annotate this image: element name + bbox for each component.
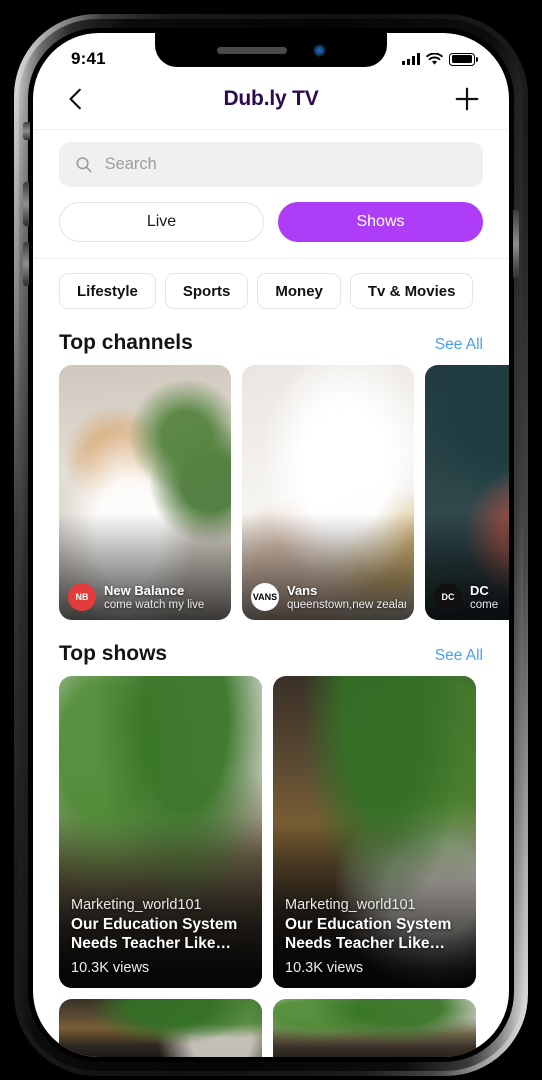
chip-tv-and-movies[interactable]: Tv & Movies: [349, 273, 474, 309]
status-time: 9:41: [71, 49, 106, 68]
show-author: Marketing_world101: [285, 896, 416, 913]
channel-card[interactable]: NB New Balance come watch my live: [59, 365, 231, 620]
top-shows-next-row[interactable]: [33, 999, 509, 1057]
top-channels-carousel[interactable]: NB New Balance come watch my live VANS V…: [33, 365, 509, 620]
mute-switch-button[interactable]: [23, 122, 30, 140]
app-header: Dub.ly TV: [33, 79, 509, 130]
show-card[interactable]: Marketing_world101 Our Education System …: [59, 676, 262, 988]
search-section: [33, 130, 509, 187]
chevron-left-icon[interactable]: [63, 86, 89, 112]
chip-sports[interactable]: Sports: [164, 273, 249, 309]
wifi-icon: [426, 52, 443, 65]
show-views: 10.3K views: [71, 960, 150, 976]
device-notch: [155, 33, 387, 67]
speaker-grille-icon: [216, 46, 287, 54]
battery-full-icon: [449, 52, 479, 66]
chip-lifestyle[interactable]: Lifestyle: [59, 273, 156, 309]
channel-name: DC: [470, 583, 489, 598]
volume-up-button[interactable]: [23, 182, 29, 226]
category-chips-row: Lifestyle Sports Money Tv & Movies: [33, 259, 509, 309]
show-card[interactable]: [59, 999, 262, 1057]
chip-label: Tv & Movies: [367, 282, 456, 300]
channel-name: New Balance: [104, 583, 185, 598]
show-thumbnail: [273, 999, 476, 1057]
channel-subtitle: come watch my live: [104, 599, 205, 611]
status-icons: [402, 52, 479, 66]
tab-live[interactable]: Live: [59, 202, 264, 242]
tab-live-label: Live: [146, 213, 177, 230]
show-title: Our Education System Needs Teacher Like…: [71, 915, 238, 952]
chip-label: Sports: [182, 282, 231, 300]
show-author: Marketing_world101: [71, 896, 202, 913]
channel-card[interactable]: DC DC come: [425, 365, 509, 620]
section-title: Top shows: [59, 642, 168, 665]
top-shows-header: Top shows See All: [33, 620, 509, 676]
tab-shows-label: Shows: [356, 213, 405, 230]
phone-frame: 9:41 Dub.ly TV Search Live Shows Lifesty…: [14, 14, 528, 1076]
search-input[interactable]: [104, 155, 467, 174]
dc-logo-icon: DC: [434, 583, 462, 611]
show-thumbnail: [59, 999, 262, 1057]
phone-inner-ring: 9:41 Dub.ly TV Search Live Shows Lifesty…: [28, 28, 514, 1062]
top-shows-grid[interactable]: Marketing_world101 Our Education System …: [33, 676, 509, 988]
channel-subtitle: come: [470, 599, 499, 611]
top-channels-header: Top channels See All: [33, 309, 509, 365]
see-all-top-shows[interactable]: See All: [435, 647, 483, 665]
page-title: Dub.ly TV: [223, 87, 319, 110]
show-title: Our Education System Needs Teacher Like…: [285, 915, 452, 952]
vans-logo-icon: VANS: [251, 583, 279, 611]
phone-screen: 9:41 Dub.ly TV Search Live Shows Lifesty…: [33, 33, 509, 1057]
tab-shows[interactable]: Shows: [278, 202, 483, 242]
section-title: Top channels: [59, 331, 193, 354]
chip-label: Lifestyle: [77, 282, 138, 300]
search-bar[interactable]: [59, 142, 483, 187]
channel-card[interactable]: VANS Vans queenstown,new zealand: [242, 365, 414, 620]
signal-bars-icon: [402, 53, 420, 65]
show-card[interactable]: Marketing_world101 Our Education System …: [273, 676, 476, 988]
channel-name: Vans: [287, 583, 318, 598]
front-camera-icon: [312, 43, 326, 57]
plus-icon[interactable]: [453, 85, 481, 113]
chip-label: Money: [275, 282, 323, 300]
chip-money[interactable]: Money: [257, 273, 341, 309]
show-card[interactable]: [273, 999, 476, 1057]
show-views: 10.3K views: [285, 960, 364, 976]
volume-down-button[interactable]: [23, 242, 29, 286]
channel-subtitle: queenstown,new zealand: [287, 599, 406, 611]
power-button[interactable]: [513, 210, 519, 278]
see-all-top-channels[interactable]: See All: [435, 336, 483, 354]
search-icon: [76, 157, 92, 173]
new-balance-logo-icon: NB: [68, 583, 96, 611]
phone-bezel: 9:41 Dub.ly TV Search Live Shows Lifesty…: [19, 19, 523, 1071]
segmented-control: Live Shows: [33, 187, 509, 242]
